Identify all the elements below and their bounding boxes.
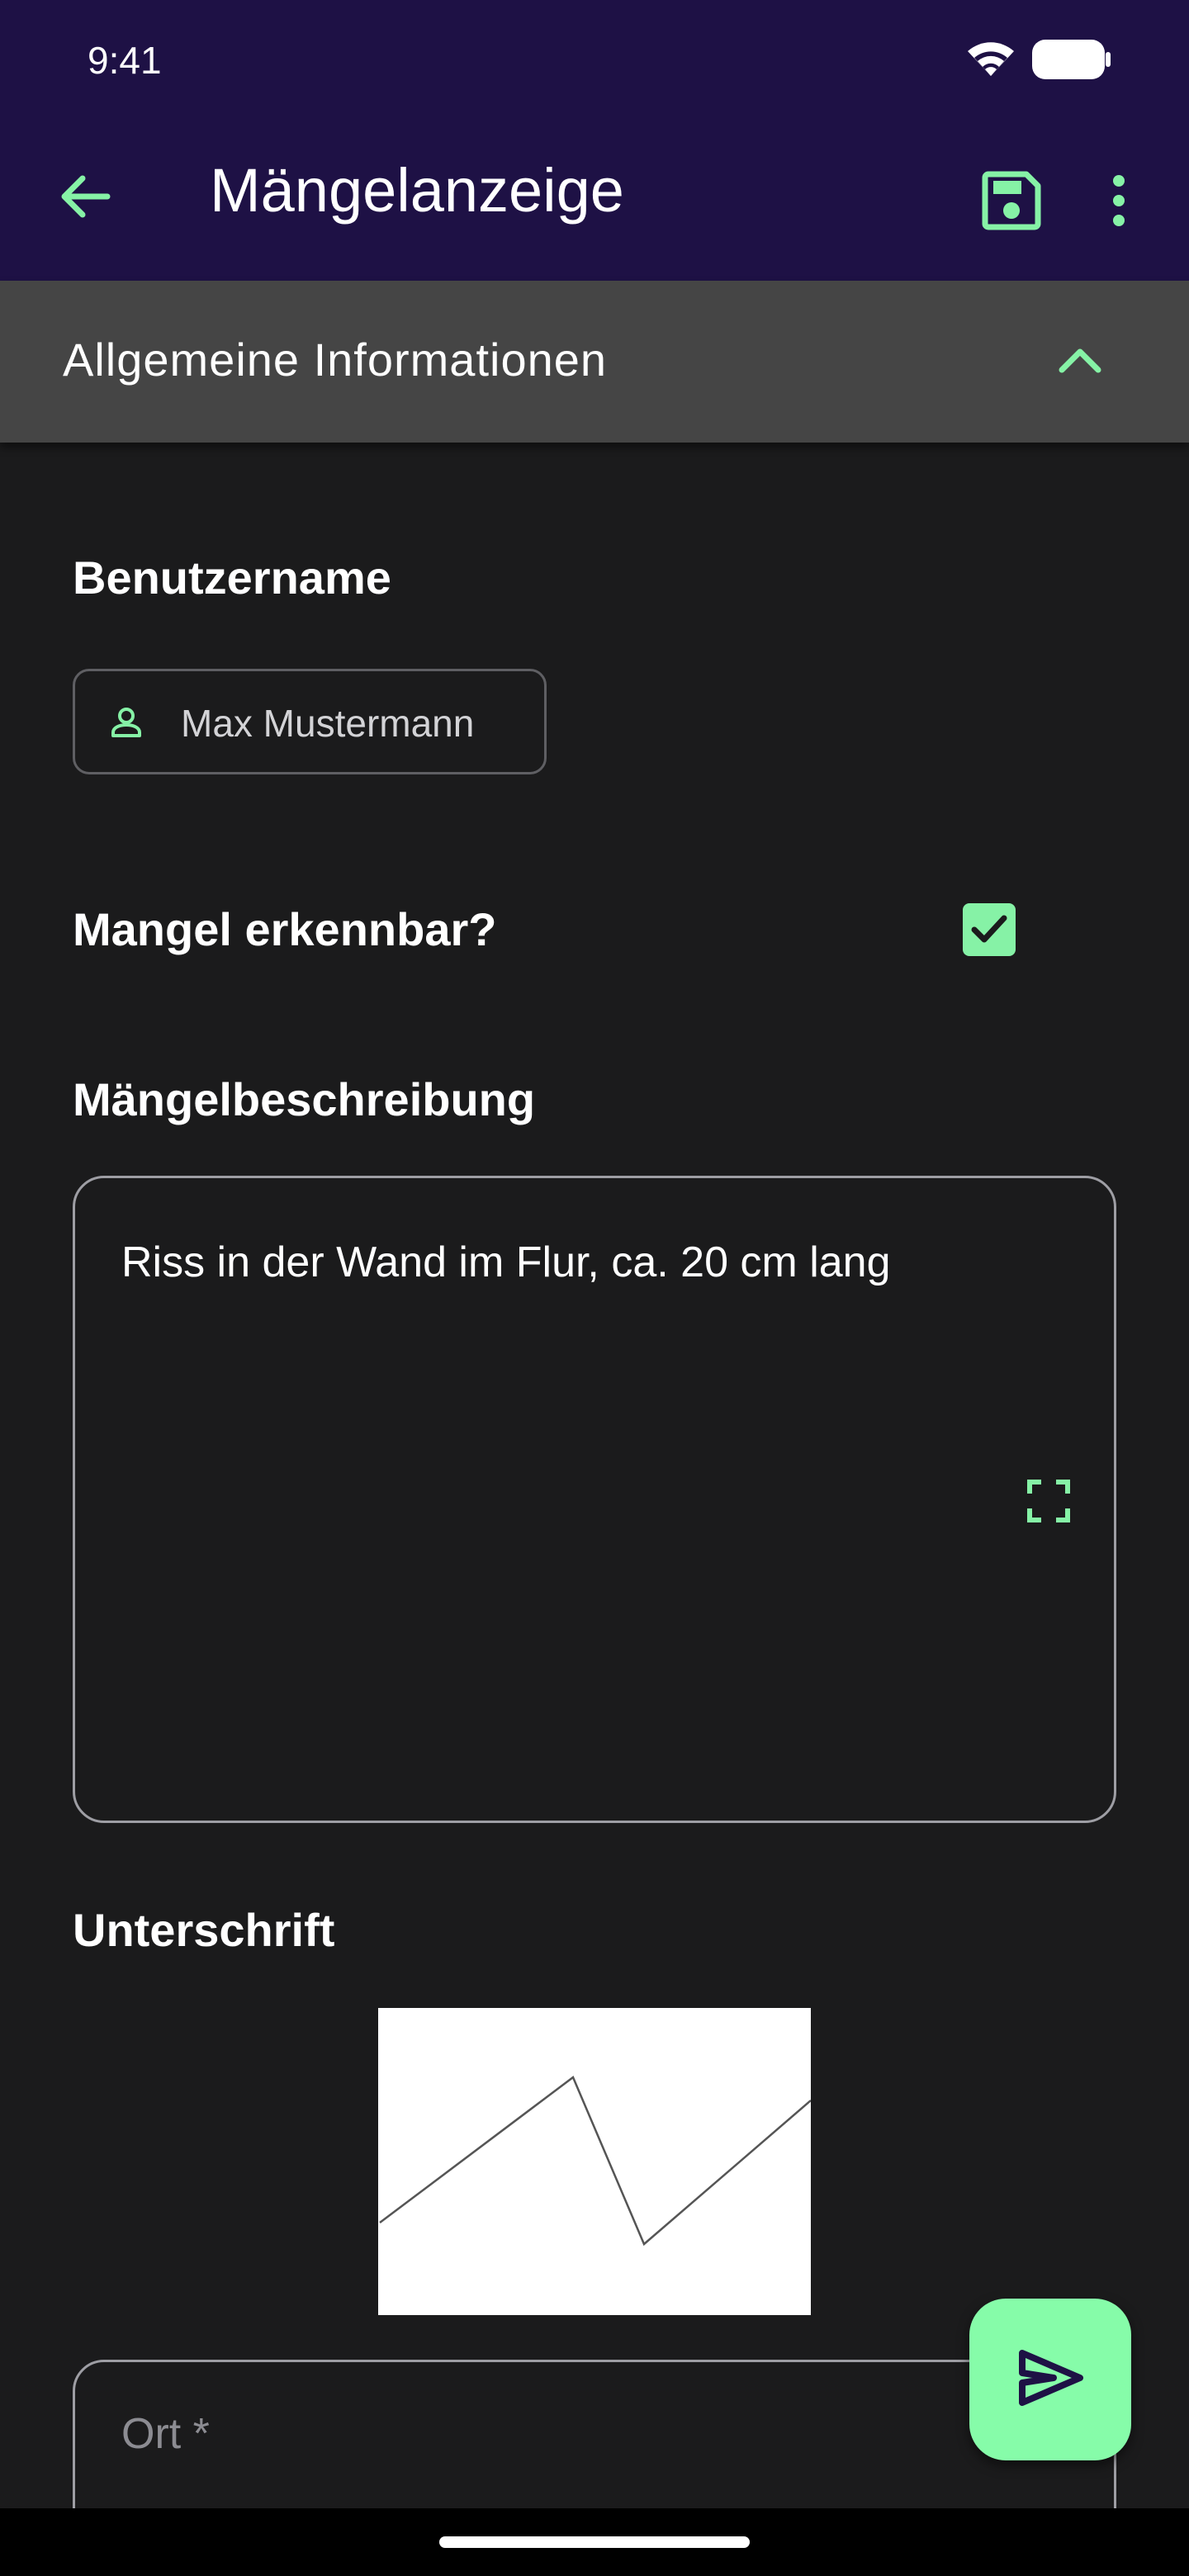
battery-icon bbox=[1032, 40, 1111, 83]
defect-visible-checkbox[interactable] bbox=[963, 903, 1016, 956]
status-bar: 9:41 bbox=[0, 0, 1189, 116]
signature-pad[interactable] bbox=[378, 2008, 812, 2315]
more-vertical-icon bbox=[1111, 174, 1127, 231]
location-input[interactable] bbox=[121, 2405, 865, 2463]
description-textarea[interactable]: Riss in der Wand im Flur, ca. 20 cm lang bbox=[73, 1176, 1116, 1823]
home-indicator[interactable] bbox=[439, 2536, 750, 2548]
defect-visible-label: Mangel erkennbar? bbox=[73, 903, 497, 955]
status-time: 9:41 bbox=[88, 39, 162, 82]
navigation-bar bbox=[0, 2508, 1189, 2576]
username-label: Benutzername bbox=[73, 552, 391, 604]
fullscreen-icon[interactable] bbox=[1026, 1479, 1071, 1527]
section-header-general-info[interactable]: Allgemeine Informationen bbox=[0, 281, 1189, 443]
description-label: Mängelbeschreibung bbox=[73, 1073, 536, 1125]
chevron-up-icon bbox=[1057, 345, 1103, 379]
save-button[interactable] bbox=[974, 165, 1049, 239]
wifi-icon bbox=[964, 36, 1017, 82]
person-icon bbox=[110, 706, 143, 743]
page-title: Mängelanzeige bbox=[210, 156, 624, 225]
back-button[interactable] bbox=[45, 159, 124, 238]
signature-label: Unterschrift bbox=[73, 1904, 335, 1956]
send-button[interactable] bbox=[969, 2299, 1131, 2460]
check-icon bbox=[971, 913, 1007, 950]
username-value: Max Mustermann bbox=[181, 702, 475, 745]
more-options-button[interactable] bbox=[1098, 165, 1139, 239]
username-field: Max Mustermann bbox=[73, 669, 547, 774]
arrow-left-icon bbox=[58, 173, 111, 224]
description-value: Riss in der Wand im Flur, ca. 20 cm lang bbox=[121, 1238, 891, 1286]
app-bar: Mängelanzeige bbox=[0, 116, 1189, 281]
send-icon bbox=[1017, 2348, 1083, 2412]
section-title: Allgemeine Informationen bbox=[63, 334, 608, 386]
floppy-disk-icon bbox=[982, 171, 1041, 234]
